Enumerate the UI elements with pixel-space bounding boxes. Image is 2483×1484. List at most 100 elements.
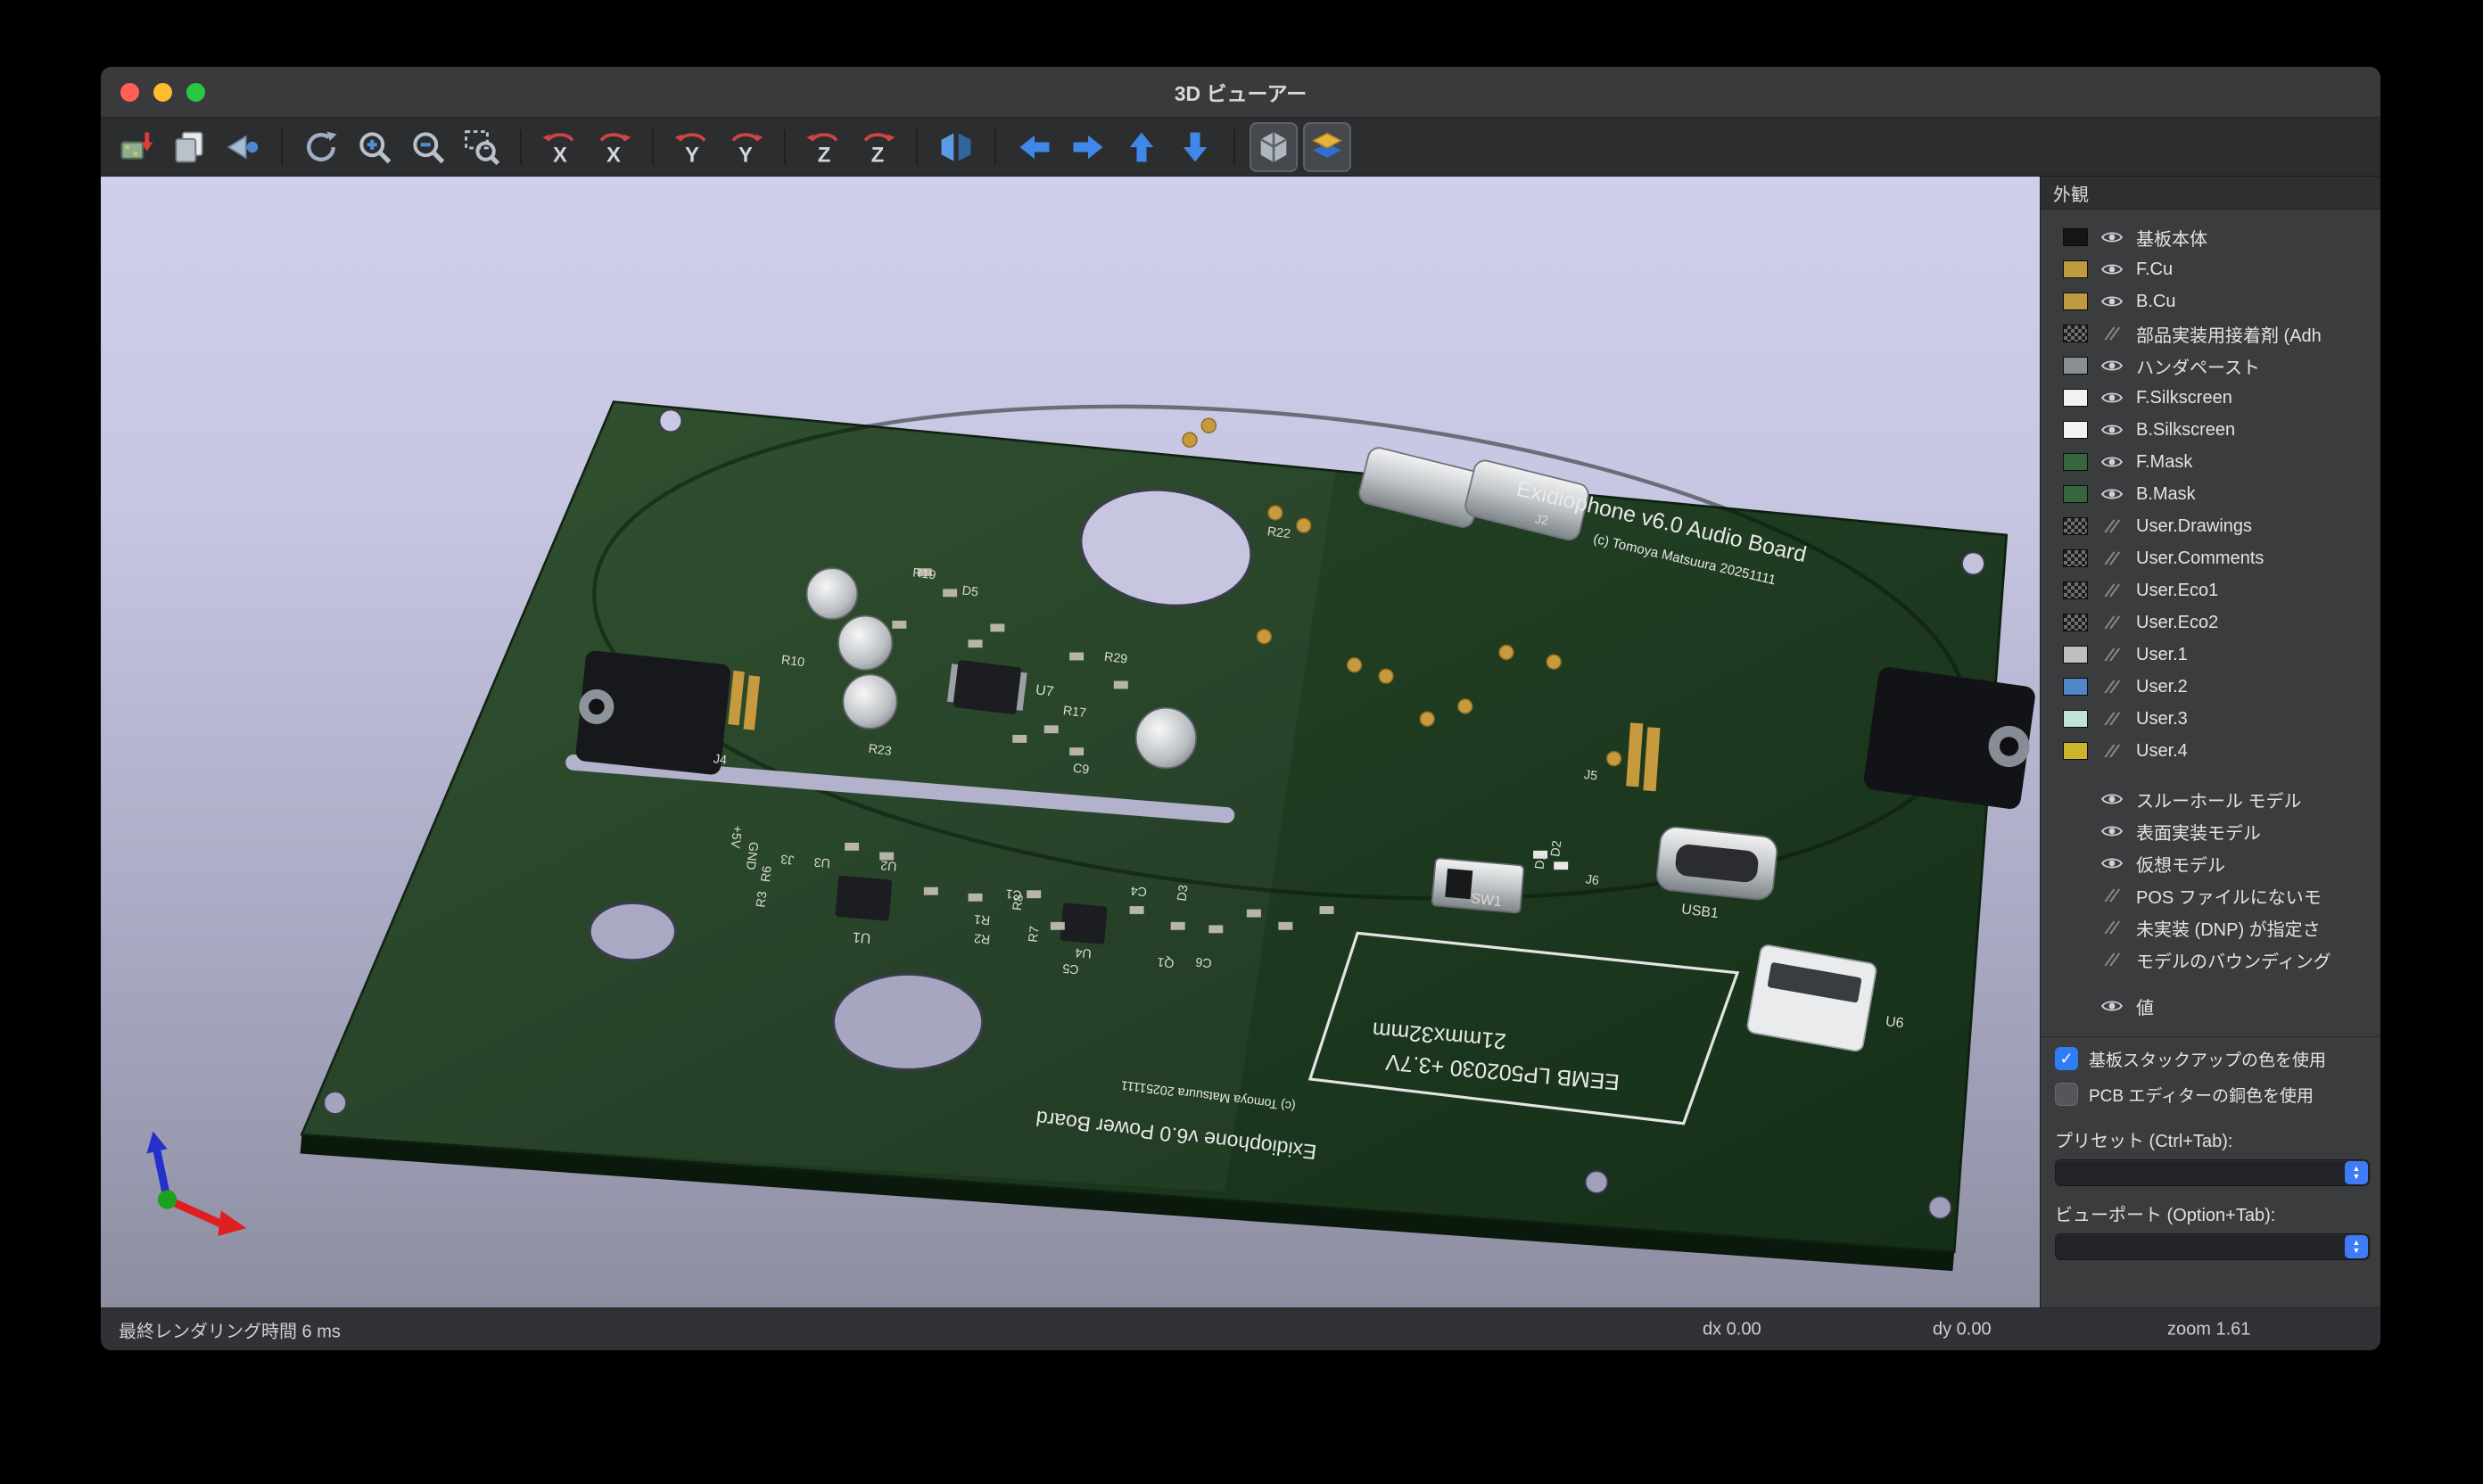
layer-color-swatch[interactable] xyxy=(2063,228,2088,246)
appearance-row[interactable]: B.Mask xyxy=(2041,478,2380,510)
checkbox-unchecked-icon[interactable] xyxy=(2055,1083,2078,1106)
visibility-off-icon[interactable] xyxy=(2100,919,2124,936)
appearance-row[interactable]: 表面実装モデル xyxy=(2041,815,2380,847)
rotate-z-ccw-button[interactable]: Z xyxy=(800,122,848,172)
svg-text:Y: Y xyxy=(738,143,753,167)
visibility-on-icon[interactable] xyxy=(2100,229,2124,245)
layer-color-swatch[interactable] xyxy=(2063,517,2088,535)
layer-color-swatch[interactable] xyxy=(2063,357,2088,375)
zoom-in-icon xyxy=(355,128,394,167)
layer-color-swatch[interactable] xyxy=(2063,614,2088,631)
preset-dropdown[interactable]: ▲▼ xyxy=(2055,1159,2370,1186)
zoom-window-button[interactable] xyxy=(186,83,205,102)
visibility-on-icon[interactable] xyxy=(2100,998,2124,1014)
checkbox-row[interactable]: PCB エディターの銅色を使用 xyxy=(2041,1076,2380,1112)
visibility-off-icon[interactable] xyxy=(2100,711,2124,727)
appearance-row[interactable]: User.Eco2 xyxy=(2041,606,2380,639)
minimize-button[interactable] xyxy=(153,83,172,102)
visibility-on-icon[interactable] xyxy=(2100,855,2124,871)
rotate-x-cw-button[interactable]: X xyxy=(590,122,638,172)
pan-left-button[interactable] xyxy=(1011,122,1059,172)
appearance-row[interactable]: 値 xyxy=(2041,990,2380,1022)
layer-color-swatch[interactable] xyxy=(2063,293,2088,310)
appearance-row[interactable]: POS ファイルにないモ xyxy=(2041,879,2380,911)
titlebar[interactable]: 3D ビューアー xyxy=(101,67,2380,118)
layer-color-swatch[interactable] xyxy=(2063,678,2088,696)
pan-down-button[interactable] xyxy=(1171,122,1219,172)
visibility-on-icon[interactable] xyxy=(2100,358,2124,374)
3d-viewport[interactable]: Exidiophone v6.0 Audio Board (c) Tomoya … xyxy=(101,177,2040,1307)
layer-color-swatch[interactable] xyxy=(2063,646,2088,664)
visibility-on-icon[interactable] xyxy=(2100,422,2124,438)
visibility-on-icon[interactable] xyxy=(2100,261,2124,277)
appearance-row[interactable]: User.3 xyxy=(2041,703,2380,735)
redraw-button[interactable] xyxy=(297,122,345,172)
appearance-row[interactable]: User.4 xyxy=(2041,735,2380,767)
copy-image-button[interactable] xyxy=(165,122,213,172)
visibility-on-icon[interactable] xyxy=(2100,791,2124,807)
close-button[interactable] xyxy=(120,83,139,102)
redraw-icon xyxy=(301,128,341,167)
appearance-row[interactable]: B.Silkscreen xyxy=(2041,414,2380,446)
zoom-fit-button[interactable] xyxy=(458,122,506,172)
appearance-row[interactable]: 未実装 (DNP) が指定さ xyxy=(2041,911,2380,944)
layer-color-swatch[interactable] xyxy=(2063,260,2088,278)
appearance-row[interactable]: 基板本体 xyxy=(2041,221,2380,253)
zoom-out-button[interactable] xyxy=(404,122,452,172)
layer-color-swatch[interactable] xyxy=(2063,485,2088,503)
reload-board-button[interactable] xyxy=(111,122,160,172)
appearance-row[interactable]: F.Silkscreen xyxy=(2041,382,2380,414)
appearance-row[interactable]: 仮想モデル xyxy=(2041,847,2380,879)
visibility-on-icon[interactable] xyxy=(2100,486,2124,502)
pan-right-button[interactable] xyxy=(1064,122,1112,172)
layer-color-swatch[interactable] xyxy=(2063,453,2088,471)
layer-color-swatch[interactable] xyxy=(2063,421,2088,439)
visibility-off-icon[interactable] xyxy=(2100,952,2124,968)
statusbar: 最終レンダリング時間 6 ms dx 0.00 dy 0.00 zoom 1.6… xyxy=(101,1307,2380,1350)
flip-board-button[interactable] xyxy=(932,122,980,172)
visibility-off-icon[interactable] xyxy=(2100,582,2124,598)
appearance-row[interactable]: User.2 xyxy=(2041,671,2380,703)
viewport-dropdown[interactable]: ▲▼ xyxy=(2055,1233,2370,1260)
layer-color-swatch[interactable] xyxy=(2063,710,2088,728)
pan-up-button[interactable] xyxy=(1118,122,1166,172)
visibility-off-icon[interactable] xyxy=(2100,518,2124,534)
appearance-row[interactable]: F.Mask xyxy=(2041,446,2380,478)
visibility-on-icon[interactable] xyxy=(2100,390,2124,406)
rotate-y-ccw-button[interactable]: Y xyxy=(668,122,716,172)
layer-color-swatch[interactable] xyxy=(2063,389,2088,407)
visibility-off-icon[interactable] xyxy=(2100,326,2124,342)
appearance-row[interactable]: User.Comments xyxy=(2041,542,2380,574)
orthographic-button[interactable] xyxy=(1250,122,1298,172)
raytracing-button[interactable] xyxy=(219,122,267,172)
appearance-row[interactable]: F.Cu xyxy=(2041,253,2380,285)
layer-color-swatch[interactable] xyxy=(2063,742,2088,760)
visibility-on-icon[interactable] xyxy=(2100,823,2124,839)
appearance-row[interactable]: User.Drawings xyxy=(2041,510,2380,542)
rotate-x-ccw-button[interactable]: X xyxy=(536,122,584,172)
appearance-row[interactable]: 部品実装用接着剤 (Adh xyxy=(2041,317,2380,350)
appearance-row[interactable]: スルーホール モデル xyxy=(2041,783,2380,815)
appearance-row[interactable]: ハンダペースト xyxy=(2041,350,2380,382)
visibility-off-icon[interactable] xyxy=(2100,887,2124,903)
rotate-z-cw-button[interactable]: Z xyxy=(854,122,902,172)
layer-color-swatch[interactable] xyxy=(2063,549,2088,567)
visibility-off-icon[interactable] xyxy=(2100,743,2124,759)
visibility-on-icon[interactable] xyxy=(2100,293,2124,309)
visibility-off-icon[interactable] xyxy=(2100,679,2124,695)
rotate-y-cw-button[interactable]: Y xyxy=(722,122,770,172)
visibility-off-icon[interactable] xyxy=(2100,550,2124,566)
layer-color-swatch[interactable] xyxy=(2063,325,2088,342)
visibility-off-icon[interactable] xyxy=(2100,614,2124,631)
layer-color-swatch[interactable] xyxy=(2063,581,2088,599)
appearance-row[interactable]: B.Cu xyxy=(2041,285,2380,317)
appearance-panel-button[interactable] xyxy=(1303,122,1351,172)
checkbox-row[interactable]: ✓基板スタックアップの色を使用 xyxy=(2041,1041,2380,1076)
visibility-off-icon[interactable] xyxy=(2100,647,2124,663)
appearance-row[interactable]: User.1 xyxy=(2041,639,2380,671)
appearance-row[interactable]: User.Eco1 xyxy=(2041,574,2380,606)
checkbox-checked-icon[interactable]: ✓ xyxy=(2055,1047,2078,1070)
appearance-row[interactable]: モデルのバウンディング xyxy=(2041,944,2380,976)
visibility-on-icon[interactable] xyxy=(2100,454,2124,470)
zoom-in-button[interactable] xyxy=(351,122,399,172)
